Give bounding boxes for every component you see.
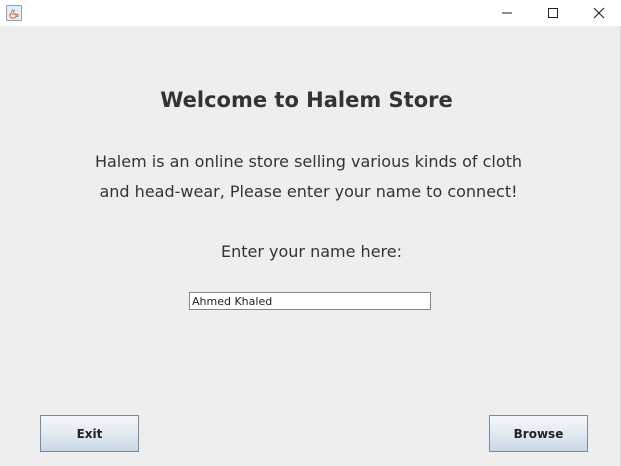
welcome-heading: Welcome to Halem Store: [160, 88, 453, 112]
description-line-2: and head-wear, Please enter your name to…: [99, 182, 518, 201]
exit-button[interactable]: Exit: [40, 415, 139, 452]
minimize-icon: [501, 4, 513, 23]
name-input[interactable]: [189, 292, 431, 310]
close-icon: [593, 4, 605, 23]
maximize-icon: [547, 4, 559, 23]
maximize-button[interactable]: [530, 0, 576, 26]
java-coffee-cup-icon: [6, 5, 22, 21]
name-prompt-label: Enter your name here:: [221, 242, 402, 261]
close-button[interactable]: [576, 0, 621, 26]
browse-button[interactable]: Browse: [489, 415, 588, 452]
app-window: Welcome to Halem Store Halem is an onlin…: [0, 0, 621, 466]
description-line-1: Halem is an online store selling various…: [94, 152, 523, 171]
title-bar[interactable]: [0, 0, 621, 26]
minimize-button[interactable]: [484, 0, 530, 26]
